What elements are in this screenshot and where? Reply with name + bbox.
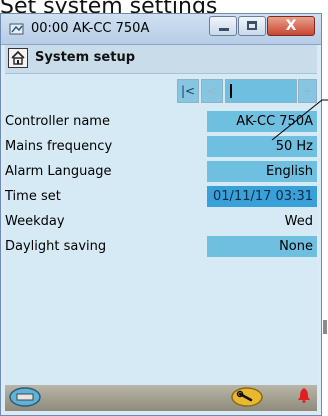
home-button[interactable] <box>8 48 28 68</box>
time-set-field[interactable]: 01/11/17 03:31 <box>207 186 317 207</box>
settings-row-alarm-language: Alarm Language English <box>5 159 317 184</box>
settings-row-weekday: Weekday Wed <box>5 209 317 234</box>
close-icon: X <box>285 18 297 34</box>
alarm-language-label: Alarm Language <box>5 164 112 179</box>
client-area: System setup |< < + Controller name AK-C… <box>5 45 317 411</box>
daylight-saving-label: Daylight saving <box>5 239 107 254</box>
previous-page-icon: < <box>206 84 218 98</box>
minimize-button[interactable] <box>209 16 237 36</box>
settings-row-controller-name: Controller name AK-CC 750A <box>5 109 317 134</box>
next-page-icon: + <box>302 84 313 98</box>
controller-name-field[interactable]: AK-CC 750A <box>207 111 317 132</box>
text-cursor <box>230 84 232 98</box>
first-page-icon: |< <box>180 84 196 98</box>
next-page-button[interactable]: + <box>298 79 317 103</box>
settings-row-mains-frequency: Mains frequency 50 Hz <box>5 134 317 159</box>
app-icon <box>9 23 24 35</box>
mains-frequency-label: Mains frequency <box>5 139 113 154</box>
settings-row-daylight-saving: Daylight saving None <box>5 234 317 259</box>
bottom-toolbar <box>5 385 317 411</box>
mains-frequency-field[interactable]: 50 Hz <box>207 136 317 157</box>
controller-name-label: Controller name <box>5 114 110 129</box>
daylight-saving-field[interactable]: None <box>207 236 317 257</box>
maximize-icon <box>247 21 257 30</box>
settings-list: Controller name AK-CC 750A Mains frequen… <box>5 109 317 259</box>
weekday-label: Weekday <box>5 214 65 229</box>
wrench-icon[interactable] <box>231 386 263 408</box>
maximize-button[interactable] <box>238 16 266 36</box>
first-page-button[interactable]: |< <box>177 79 199 103</box>
keyboard-icon[interactable] <box>9 386 41 408</box>
page-input[interactable] <box>225 79 297 103</box>
window-titlebar[interactable]: 00:00 AK-CC 750A X <box>1 14 321 45</box>
minimize-icon <box>219 28 229 31</box>
settings-row-time-set: Time set 01/11/17 03:31 <box>5 184 317 209</box>
app-window: 00:00 AK-CC 750A X System setup |< < + C… <box>0 13 322 416</box>
window-title: 00:00 AK-CC 750A <box>31 21 150 36</box>
alarm-bell-icon[interactable] <box>297 387 311 403</box>
alarm-language-field[interactable]: English <box>207 161 317 182</box>
page-header: System setup <box>5 45 317 74</box>
close-button[interactable]: X <box>267 16 315 36</box>
screenshot-root: Set system settings 00:00 AK-CC 750A X S… <box>0 0 328 416</box>
previous-page-button[interactable]: < <box>201 79 223 103</box>
weekday-value: Wed <box>284 214 313 229</box>
home-icon <box>11 50 25 65</box>
time-set-label: Time set <box>5 189 61 204</box>
page-title: System setup <box>35 50 136 65</box>
edge-marker <box>323 320 327 334</box>
